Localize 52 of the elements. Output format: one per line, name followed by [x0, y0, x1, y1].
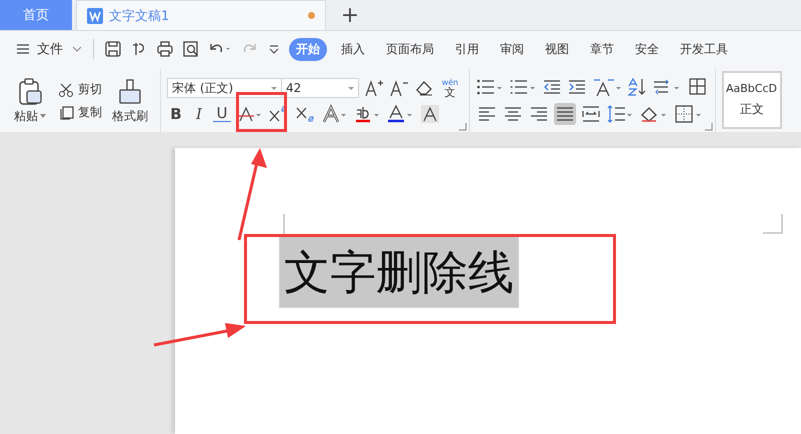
- ribbon-tab[interactable]: 引用: [448, 38, 486, 60]
- bold-button[interactable]: B: [167, 105, 185, 123]
- margin-corner-mark: [283, 214, 285, 234]
- ribbon-tab[interactable]: 章节: [583, 38, 621, 60]
- clipboard-icon: [17, 78, 43, 106]
- copy-icon: [58, 104, 74, 120]
- print-icon[interactable]: [156, 40, 174, 58]
- save-icon[interactable]: [104, 40, 122, 58]
- borders-icon[interactable]: [674, 104, 704, 124]
- document-icon: [87, 8, 103, 24]
- ribbon-tab[interactable]: 视图: [538, 38, 576, 60]
- text-effect-icon[interactable]: [321, 104, 349, 124]
- shrink-font-icon[interactable]: [389, 78, 409, 98]
- brush-icon: [117, 78, 143, 106]
- ribbon-tab[interactable]: 页面布局: [379, 38, 441, 60]
- format-painter-button[interactable]: 格式刷: [108, 78, 152, 124]
- character-spacing-icon[interactable]: [592, 77, 622, 97]
- grow-font-icon[interactable]: [364, 78, 384, 98]
- highlight-frame: [236, 92, 287, 132]
- show-hide-marks-icon[interactable]: [652, 77, 682, 97]
- file-menu[interactable]: 文件: [37, 40, 63, 58]
- font-family-select[interactable]: 宋体 (正文): [167, 78, 282, 98]
- paste-button[interactable]: 粘贴: [8, 78, 52, 124]
- copy-button[interactable]: 复制: [58, 104, 102, 121]
- new-tab-button[interactable]: +: [328, 0, 372, 30]
- ribbon-tab[interactable]: 审阅: [493, 38, 531, 60]
- underline-button[interactable]: U: [213, 106, 231, 122]
- style-preset[interactable]: AaBbCcD 正文: [722, 71, 782, 129]
- highlight-icon[interactable]: [354, 104, 382, 124]
- strikethrough-icon[interactable]: [236, 104, 262, 124]
- dialog-launcher-icon[interactable]: [459, 123, 467, 131]
- sort-icon[interactable]: [627, 77, 647, 97]
- print-preview-icon[interactable]: [182, 40, 200, 58]
- cut-button[interactable]: 剪切: [58, 81, 102, 98]
- bullet-list-icon[interactable]: [476, 77, 504, 97]
- document-text: 文字删除线: [279, 234, 519, 308]
- character-shading-icon[interactable]: [420, 104, 440, 124]
- caret-icon: [40, 114, 46, 118]
- font-size-select[interactable]: 42: [281, 78, 359, 98]
- font-color-icon[interactable]: [387, 104, 415, 124]
- tab-title: 文字文稿1: [109, 8, 170, 24]
- ribbon-tab[interactable]: 插入: [334, 38, 372, 60]
- table-grid-icon[interactable]: [687, 77, 707, 97]
- margin-corner-mark: [763, 214, 783, 234]
- phonetic-guide-button[interactable]: wén 文: [439, 78, 461, 98]
- ribbon-tab[interactable]: 开发工具: [673, 38, 735, 60]
- italic-button[interactable]: I: [190, 105, 208, 123]
- scissors-icon: [58, 82, 74, 98]
- justify-align-button[interactable]: [554, 103, 576, 125]
- ribbon-tab[interactable]: 安全: [628, 38, 666, 60]
- dialog-launcher-icon[interactable]: [705, 123, 713, 131]
- line-spacing-icon[interactable]: [606, 104, 634, 124]
